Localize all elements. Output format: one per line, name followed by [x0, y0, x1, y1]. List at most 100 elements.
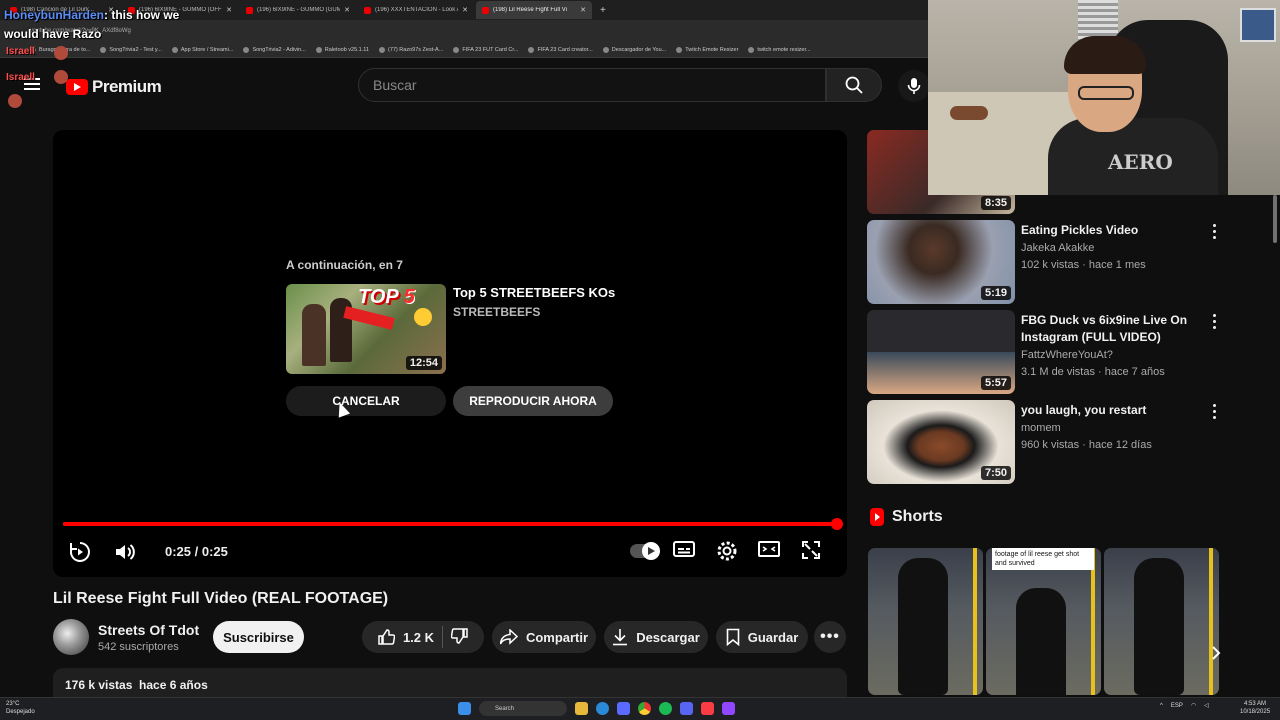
upnext-thumbnail[interactable]: TOP 5 12:54	[286, 284, 446, 374]
store-icon[interactable]	[617, 702, 630, 715]
short-item[interactable]: footage of lil reese get shot and surviv…	[986, 548, 1101, 695]
video-player[interactable]: A continuación, en 7 TOP 5 12:54 Top 5 S…	[53, 130, 847, 577]
dislike-button[interactable]	[450, 627, 469, 648]
recommendation-title[interactable]: FBG Duck vs 6ix9ine Live On Instagram (F…	[1021, 312, 1211, 346]
recommendation-thumbnail[interactable]: 5:19	[867, 220, 1015, 304]
more-actions-button[interactable]: •••	[814, 621, 846, 653]
short-rail	[973, 548, 977, 695]
recommendation-title[interactable]: you laugh, you restart	[1021, 402, 1211, 419]
recommendation-channel: momem	[1021, 422, 1061, 434]
bookmark[interactable]: (77) Razo97s Zest-A...	[378, 46, 443, 53]
more-vertical-icon[interactable]	[1207, 224, 1221, 242]
download-button[interactable]: Descargar	[604, 621, 708, 653]
autoplay-toggle[interactable]	[630, 542, 660, 560]
share-button[interactable]: Compartir	[492, 621, 596, 653]
subtitles-button[interactable]	[673, 540, 695, 558]
bookmark-label: SongTrivia2 - Test y...	[109, 46, 162, 53]
recommendation-thumbnail[interactable]: 5:57	[867, 310, 1015, 394]
bookmark[interactable]: App Store / Streami...	[171, 46, 233, 53]
close-icon[interactable]: ✕	[226, 6, 232, 14]
recommendation-meta: 960 k vistas · hace 12 días	[1021, 439, 1152, 451]
speaker-icon[interactable]: ◁	[1204, 702, 1209, 709]
browser-tab-active[interactable]: (198) Lil Reese Fight Full Vi ✕	[476, 1, 592, 19]
duration-badge: 5:57	[980, 376, 1011, 390]
twitch-icon[interactable]	[722, 702, 735, 715]
weather-widget[interactable]: 23°C Despejado	[6, 700, 35, 716]
channel-avatar[interactable]	[53, 619, 89, 655]
bookmark[interactable]: SongTrivia2 - Test y...	[100, 46, 162, 53]
recommendation-item[interactable]: 5:19 Eating Pickles Video Jakeka Akakke …	[867, 220, 1267, 304]
close-icon[interactable]: ✕	[580, 6, 586, 14]
file-explorer-icon[interactable]	[575, 702, 588, 715]
search-box[interactable]	[358, 68, 826, 102]
short-item[interactable]	[1104, 548, 1219, 695]
chat-username: HoneybunHarden	[4, 8, 105, 22]
replay-button[interactable]	[68, 540, 92, 564]
sidebar-scrollbar[interactable]	[1273, 195, 1277, 243]
chevron-up-icon[interactable]: ^	[1160, 703, 1163, 709]
upnext-channel: STREETBEEFS	[453, 305, 541, 319]
emoji-icon	[414, 308, 432, 326]
theater-mode-button[interactable]	[758, 540, 780, 558]
bookmark[interactable]: Raletoob v25.1.11	[315, 46, 369, 53]
recommendation-channel: FattzWhereYouAt?	[1021, 349, 1113, 361]
subscribe-button[interactable]: Suscribirse	[213, 621, 304, 653]
bookmark-label: Descargador de You...	[611, 46, 667, 53]
spotify-icon[interactable]	[659, 702, 672, 715]
browser-tab[interactable]: (196) XXXTENTACION - Look At ✕	[358, 1, 474, 19]
music-icon[interactable]	[701, 702, 714, 715]
youtube-icon	[482, 6, 489, 14]
recommendation-item[interactable]: 5:57 FBG Duck vs 6ix9ine Live On Instagr…	[867, 310, 1267, 394]
play-now-button[interactable]: REPRODUCIR AHORA	[453, 386, 613, 416]
voice-search-button[interactable]	[898, 70, 930, 102]
search-input[interactable]	[373, 77, 825, 93]
upnext-video-title[interactable]: Top 5 STREETBEEFS KOs	[453, 285, 615, 300]
chrome-icon[interactable]	[638, 702, 651, 715]
bookmark[interactable]: FIFA 23 FUT Card Cr...	[453, 46, 518, 53]
edge-icon[interactable]	[596, 702, 609, 715]
chat-overlay: HoneybunHarden: this how we would have R…	[4, 6, 179, 44]
progress-scrubber[interactable]	[831, 518, 843, 530]
discord-icon[interactable]	[680, 702, 693, 715]
settings-button[interactable]	[716, 540, 738, 562]
close-icon[interactable]: ✕	[344, 6, 350, 14]
bookmark[interactable]: SongTrivia2 - Adivin...	[243, 46, 306, 53]
upnext-label: A continuación, en 7	[286, 258, 403, 272]
like-count: 1.2 K	[402, 629, 435, 645]
more-vertical-icon[interactable]	[1207, 404, 1221, 422]
bookmark-icon	[378, 46, 385, 53]
volume-button[interactable]	[113, 540, 137, 564]
cancel-button[interactable]: CANCELAR	[286, 386, 446, 416]
tab-label: (196) XXXTENTACION - Look At	[375, 7, 459, 13]
short-item[interactable]	[868, 548, 983, 695]
fullscreen-button[interactable]	[801, 540, 821, 560]
shorts-next-button[interactable]	[1200, 637, 1232, 669]
bookmark[interactable]: twitch emote resizer...	[748, 46, 811, 53]
system-clock[interactable]: 4:53 AM 10/18/2025	[1240, 700, 1270, 716]
close-icon[interactable]: ✕	[462, 6, 468, 14]
wifi-icon[interactable]: ◠	[1191, 702, 1196, 709]
bookmark[interactable]: FIFA 23 Card creator...	[528, 46, 593, 53]
save-button[interactable]: Guardar	[716, 621, 808, 653]
like-button[interactable]: 1.2 K	[377, 628, 434, 646]
taskbar-search[interactable]: Search	[479, 701, 567, 716]
bookmark[interactable]: Twitch Emote Resizer	[676, 46, 738, 53]
webcam-dog	[950, 106, 988, 120]
new-tab-icon[interactable]: +	[594, 5, 612, 16]
bookmarks-bar: Burago figura de to... SongTrivia2 - Tes…	[0, 42, 930, 58]
thumb-title: TOP 5	[358, 286, 415, 309]
channel-name[interactable]: Streets Of Tdot	[98, 622, 199, 638]
browser-tab[interactable]: (196) 6IX9INE - GUMMO (GUM ✕	[240, 1, 356, 19]
recommendation-title[interactable]: Eating Pickles Video	[1021, 222, 1211, 239]
bookmark[interactable]: Descargador de You...	[602, 46, 667, 53]
recommendation-item[interactable]: 7:50 you laugh, you restart momem 960 k …	[867, 400, 1267, 484]
thumbs-down-icon	[450, 627, 468, 644]
language-indicator[interactable]: ESP	[1171, 703, 1183, 709]
search-button[interactable]	[826, 68, 882, 102]
windows-start-icon[interactable]	[458, 702, 471, 715]
more-vertical-icon[interactable]	[1207, 314, 1221, 332]
webcam-hair	[1064, 36, 1146, 74]
youtube-logo[interactable]: Premium	[66, 77, 162, 97]
progress-bar[interactable]	[63, 518, 843, 530]
recommendation-thumbnail[interactable]: 7:50	[867, 400, 1015, 484]
